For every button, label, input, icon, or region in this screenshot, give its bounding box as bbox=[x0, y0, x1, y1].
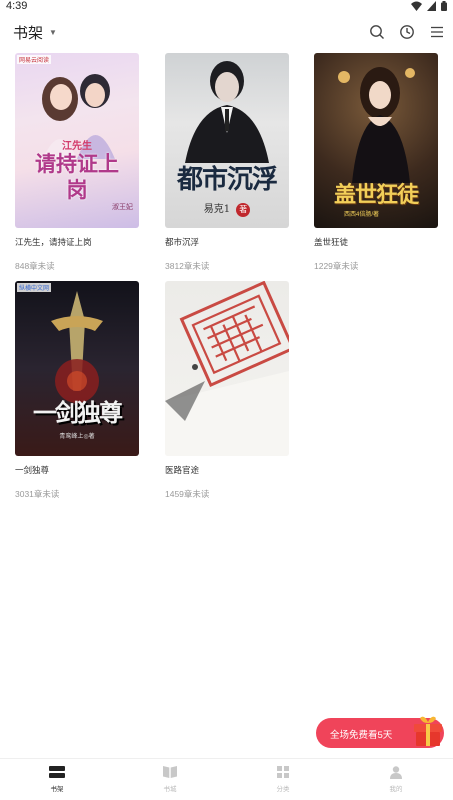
book-progress: 848章未读 bbox=[15, 261, 55, 271]
cover-author-line: 易克1 著 bbox=[165, 200, 289, 217]
tab-bookstore[interactable]: 书城 bbox=[150, 765, 190, 793]
cover-title: 一剑独尊 bbox=[33, 398, 123, 427]
book-item[interactable]: 纵横中文网 一剑独尊 青鸾峰上◎著 一剑独尊 3031章未读 bbox=[15, 281, 143, 500]
tab-label: 书城 bbox=[163, 786, 177, 793]
search-icon[interactable] bbox=[369, 22, 385, 42]
book-progress: 3812章未读 bbox=[165, 261, 210, 271]
cover-title: 请持证上岗 bbox=[35, 151, 119, 202]
woman-illustration bbox=[338, 67, 415, 183]
author-seal: 著 bbox=[236, 203, 251, 217]
tab-bookshelf[interactable]: 书架 bbox=[37, 765, 77, 793]
book-item[interactable]: 盖世狂徒 西西4倍肠/著 盖世狂徒 1229章未读 bbox=[314, 53, 442, 272]
book-open-icon bbox=[162, 765, 178, 779]
book-cover[interactable]: 纵横中文网 一剑独尊 青鸾峰上◎著 bbox=[15, 281, 139, 456]
book-title: 盖世狂徒 bbox=[314, 237, 349, 247]
history-icon[interactable] bbox=[399, 22, 415, 42]
seal-illustration bbox=[165, 281, 289, 456]
cover-author: 西西4倍肠/著 bbox=[344, 212, 380, 218]
man-in-suit-illustration bbox=[185, 61, 269, 163]
book-item[interactable]: 都市沉浮 易克1 著 都市沉浮 3812章未读 bbox=[165, 53, 293, 272]
cover-author: 易克1 bbox=[203, 204, 231, 215]
book-progress: 1229章未读 bbox=[314, 261, 359, 271]
book-item[interactable]: 医路官途 1459章未读 bbox=[165, 281, 293, 500]
cover-title: 都市沉浮 bbox=[176, 165, 278, 195]
tab-label: 我的 bbox=[389, 786, 403, 793]
grid-icon bbox=[275, 765, 291, 779]
tab-label: 分类 bbox=[276, 786, 290, 793]
person-icon bbox=[388, 765, 404, 779]
book-title: 都市沉浮 bbox=[165, 237, 200, 247]
cover-author: 青鸾峰上◎著 bbox=[59, 434, 95, 440]
status-bar: 4:39 bbox=[0, 0, 453, 14]
book-cover[interactable]: 网易云阅读 江先生 请持证上岗 淑王妃 bbox=[15, 53, 139, 228]
book-progress: 1459章未读 bbox=[165, 489, 210, 499]
book-cover[interactable]: 都市沉浮 易克1 著 bbox=[165, 53, 289, 228]
promo-text: 全场免费看5天 bbox=[330, 730, 393, 741]
book-cover[interactable] bbox=[165, 281, 289, 456]
status-time: 4:39 bbox=[6, 0, 28, 12]
book-item[interactable]: 网易云阅读 江先生 请持证上岗 淑王妃 江先生，请持证上岗 848章未读 bbox=[15, 53, 143, 272]
book-title: 医路官途 bbox=[165, 465, 200, 475]
app-header: 书架 ▼ bbox=[0, 14, 453, 52]
bottom-tab-bar: 书架 书城 分类 我的 bbox=[0, 758, 453, 800]
menu-icon[interactable] bbox=[429, 22, 445, 42]
bookshelf-icon bbox=[49, 765, 65, 779]
bookshelf-dropdown[interactable]: 书架 ▼ bbox=[13, 22, 57, 43]
tab-category[interactable]: 分类 bbox=[263, 765, 303, 793]
gift-box-icon[interactable] bbox=[410, 712, 446, 748]
status-icons bbox=[411, 0, 447, 13]
book-cover[interactable]: 盖世狂徒 西西4倍肠/著 bbox=[314, 53, 438, 228]
tab-profile[interactable]: 我的 bbox=[376, 765, 416, 793]
cover-title: 盖世狂徒 bbox=[333, 182, 419, 208]
book-progress: 3031章未读 bbox=[15, 489, 60, 499]
book-title: 一剑独尊 bbox=[15, 465, 50, 475]
cover-author: 淑王妃 bbox=[112, 204, 133, 211]
book-title: 江先生，请持证上岗 bbox=[15, 237, 92, 247]
sword-illustration bbox=[51, 291, 103, 403]
chevron-down-icon: ▼ bbox=[49, 28, 57, 37]
header-actions bbox=[369, 22, 445, 42]
cover-subtitle: 江先生 bbox=[62, 141, 92, 152]
tab-label: 书架 bbox=[50, 786, 64, 793]
page-title: 书架 bbox=[13, 25, 44, 42]
